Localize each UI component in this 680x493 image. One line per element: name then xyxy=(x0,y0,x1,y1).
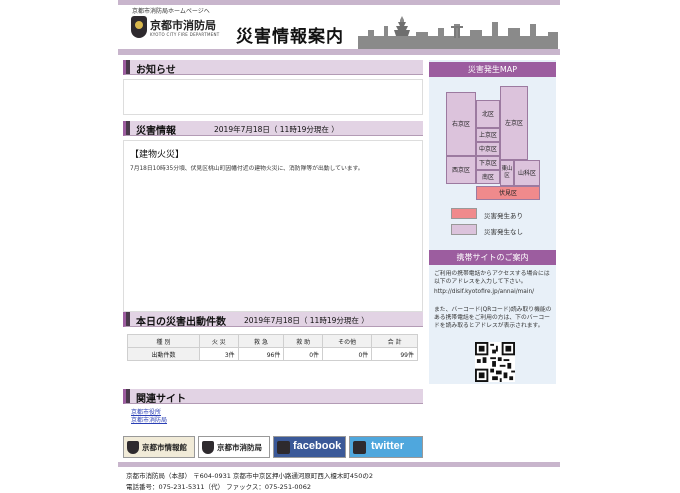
dispatch-date: 2019年7月18日（ 11時19分現在 ） xyxy=(244,316,369,325)
legend-swatch-none xyxy=(451,224,477,235)
logo[interactable]: 京都市消防局 KYOTO CITY FIRE DEPARTMENT xyxy=(131,16,227,46)
qr-code-icon xyxy=(475,342,515,382)
sidebar: 災害発生MAP 右京区 北区 左京区 上京区 中京区 西京区 下京区 南区 東山… xyxy=(429,60,556,384)
banner-label: facebook xyxy=(293,440,342,452)
notice-header: お知らせ xyxy=(123,60,423,76)
ward-shimogyo[interactable]: 下京区 xyxy=(476,156,500,170)
notice-title: お知らせ xyxy=(136,65,176,76)
disaster-date: 2019年7月18日（ 11時19分現在 ） xyxy=(214,125,339,134)
disaster-map: 右京区 北区 左京区 上京区 中京区 西京区 下京区 南区 東山区 山科区 伏見… xyxy=(446,86,540,202)
map-header: 災害発生MAP xyxy=(429,62,556,77)
column-header: その他 xyxy=(322,334,373,348)
banner-kyoto-info[interactable]: 京都市情報館 xyxy=(123,436,195,458)
column-header: 種 別 xyxy=(127,334,200,348)
header: 京都市消防局ホームページへ 京都市消防局 KYOTO CITY FIRE DEP… xyxy=(118,0,560,55)
legend-label-none: 災害発生なし xyxy=(484,228,523,236)
related-header: 関連サイト xyxy=(123,389,423,405)
fire-count: 3件 xyxy=(199,347,239,361)
related-body: 京都市役所 京都市消防局 xyxy=(123,404,423,432)
mobile-text-2: また、バーコード(QRコード)読み取り機能のある携帯電話をご利用の方は、下のバー… xyxy=(434,307,552,329)
ward-minami[interactable]: 南区 xyxy=(476,170,500,184)
legend-label-active: 災害発生あり xyxy=(484,212,523,220)
column-header: 火 災 xyxy=(199,334,239,348)
logo-name: 京都市消防局 xyxy=(150,19,216,32)
emblem-icon xyxy=(202,441,214,454)
footer: 京都市消防局（本部） 〒604-0931 京都市中京区押小路通河原町西入榎木町4… xyxy=(118,462,560,493)
page: 京都市消防局ホームページへ 京都市消防局 KYOTO CITY FIRE DEP… xyxy=(118,0,560,493)
dispatch-title: 本日の災害出動件数 xyxy=(136,317,226,328)
row-label: 出動件数 xyxy=(127,347,200,361)
fire-department-emblem-icon xyxy=(131,16,147,38)
home-link[interactable]: 京都市消防局ホームページへ xyxy=(132,6,210,15)
disaster-body: 【建物火災】 7月18日10時35分頃、伏見区桃山町因幡付近の建物火災に、消防隊… xyxy=(123,140,423,312)
related-title: 関連サイト xyxy=(136,394,186,405)
dispatch-header: 本日の災害出動件数 2019年7月18日（ 11時19分現在 ） xyxy=(123,312,423,328)
table-row: 出動件数 3件 96件 0件 0件 99件 xyxy=(127,347,418,361)
notice-body xyxy=(123,79,423,115)
page-title: 災害情報案内 xyxy=(236,27,344,47)
ward-fushimi[interactable]: 伏見区 xyxy=(476,186,540,200)
ward-ukyo[interactable]: 右京区 xyxy=(446,92,476,156)
mobile-url: http://disif.kyotofire.jp/annai/main/ xyxy=(434,289,535,295)
banner-fire-department[interactable]: 京都市消防局 xyxy=(198,436,270,458)
legend-swatch-active xyxy=(451,208,477,219)
dispatch-table: 種 別 火 災 救 急 救 助 その他 合 計 出動件数 3件 96件 0件 0… xyxy=(127,334,418,361)
ward-sakyo[interactable]: 左京区 xyxy=(500,86,528,160)
total-count: 99件 xyxy=(371,347,418,361)
mobile-text-1: ご利用の携帯電話からアクセスする場合には以下のアドレスを入力して下さい。 xyxy=(434,271,550,285)
emblem-icon xyxy=(353,441,366,454)
link-kyoto-fire-department[interactable]: 京都市消防局 xyxy=(131,417,167,425)
banner-twitter[interactable]: twitter xyxy=(349,436,423,458)
related-links: 京都市役所 京都市消防局 xyxy=(131,409,167,425)
ward-kamigyo[interactable]: 上京区 xyxy=(476,128,500,142)
logo-subtitle: KYOTO CITY FIRE DEPARTMENT xyxy=(150,32,220,37)
ward-nakagyo[interactable]: 中京区 xyxy=(476,142,500,156)
footer-phone: 電話番号：075-231-5311（代） ファックス：075-251-0062 xyxy=(126,483,311,491)
ambulance-count: 96件 xyxy=(237,347,285,361)
column-header: 合 計 xyxy=(371,334,418,348)
emblem-icon xyxy=(277,441,290,454)
ward-yamashina[interactable]: 山科区 xyxy=(514,160,540,186)
other-count: 0件 xyxy=(322,347,373,361)
dispatch-body: 種 別 火 災 救 急 救 助 その他 合 計 出動件数 3件 96件 0件 0… xyxy=(123,327,423,367)
ward-higashiyama[interactable]: 東山区 xyxy=(500,160,514,186)
column-header: 救 助 xyxy=(283,334,324,348)
ward-nishikyo[interactable]: 西京区 xyxy=(446,156,476,184)
footer-address: 京都市消防局（本部） 〒604-0931 京都市中京区押小路通河原町西入榎木町4… xyxy=(126,472,373,480)
kyoto-skyline-icon xyxy=(358,16,558,49)
disaster-description: 7月18日10時35分頃、伏見区桃山町因幡付近の建物火災に、消防隊等が出動してい… xyxy=(130,166,364,172)
banner-label: 京都市情報館 xyxy=(142,443,187,452)
table-header-row: 種 別 火 災 救 急 救 助 その他 合 計 xyxy=(127,334,418,348)
disaster-type: 【建物火災】 xyxy=(130,150,185,160)
column-header: 救 急 xyxy=(237,334,285,348)
link-kyoto-city-hall[interactable]: 京都市役所 xyxy=(131,409,167,417)
disaster-header: 災害情報 2019年7月18日（ 11時19分現在 ） xyxy=(123,121,423,137)
banner-label: twitter xyxy=(371,440,404,452)
header-top-bar xyxy=(118,0,560,5)
rescue-count: 0件 xyxy=(283,347,324,361)
ward-kita[interactable]: 北区 xyxy=(476,100,500,128)
banner-facebook[interactable]: facebook xyxy=(273,436,346,458)
disaster-title: 災害情報 xyxy=(136,126,176,137)
banner-row: 京都市情報館 京都市消防局 facebook twitter xyxy=(123,436,423,458)
mobile-header: 携帯サイトのご案内 xyxy=(429,250,556,265)
banner-label: 京都市消防局 xyxy=(217,443,262,452)
emblem-icon xyxy=(127,441,139,454)
